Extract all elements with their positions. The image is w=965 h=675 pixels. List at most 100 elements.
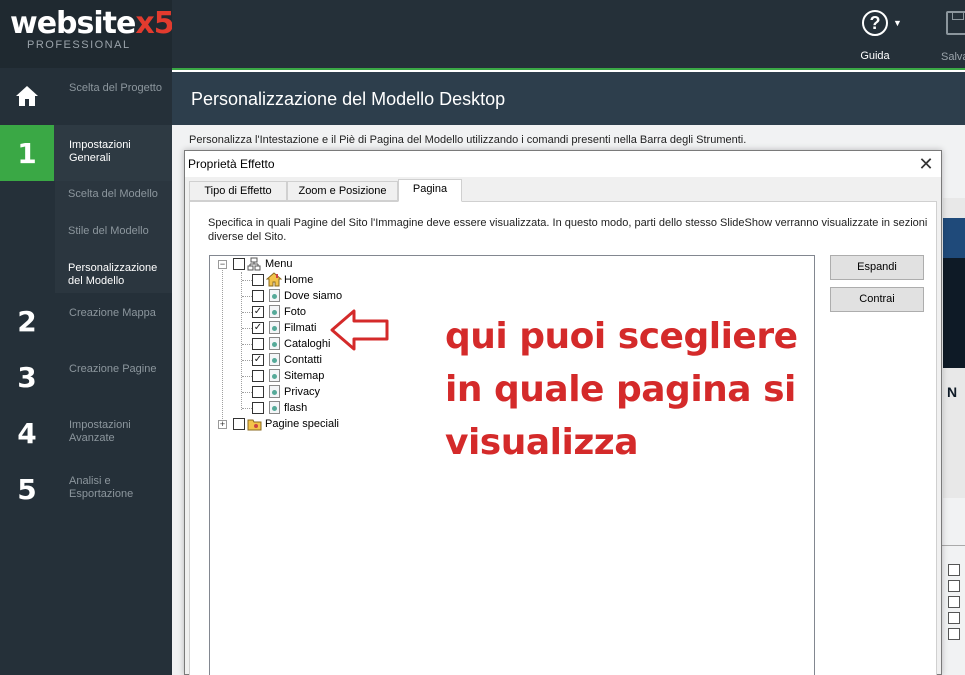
- checkbox[interactable]: [252, 290, 264, 302]
- sidebar-item-label: Creazione Mappa: [69, 307, 156, 319]
- annotation-arrow-icon: [330, 308, 390, 357]
- sidebar-item-label: Impostazioni Avanzate: [69, 419, 131, 444]
- checkbox[interactable]: [252, 338, 264, 350]
- step-number: 1: [0, 125, 54, 181]
- sidebar-item-label: Creazione Pagine: [69, 363, 157, 375]
- checkbox[interactable]: [252, 386, 264, 398]
- save-button[interactable]: Salva: [937, 8, 965, 63]
- annotation-text: qui puoi scegliere in quale pagina si vi…: [445, 310, 815, 469]
- tree-node-label: Contatti: [284, 354, 322, 366]
- sidebar-subitem-stile-modello[interactable]: Stile del Modello: [68, 225, 168, 238]
- tree-node-home[interactable]: Home: [210, 272, 410, 288]
- tree-node-label: Cataloghi: [284, 338, 331, 350]
- checkbox[interactable]: [948, 564, 960, 576]
- tree-node-dove-siamo[interactable]: Dove siamo: [210, 288, 410, 304]
- sidebar-item-step-4[interactable]: 4 Impostazioni Avanzate: [0, 405, 172, 461]
- page-icon: [269, 321, 280, 334]
- step-number: 5: [17, 472, 37, 506]
- checkbox-checked[interactable]: ✓: [252, 354, 264, 366]
- checkbox-checked[interactable]: ✓: [252, 322, 264, 334]
- checkbox[interactable]: [948, 596, 960, 608]
- tree-node-sitemap[interactable]: Sitemap: [210, 368, 410, 384]
- annotation-line: qui puoi scegliere: [445, 316, 798, 357]
- app-logo: websitex5 PROFESSIONAL: [0, 0, 175, 68]
- checkbox[interactable]: [948, 612, 960, 624]
- dialog-title: Proprietà Effetto: [188, 157, 275, 171]
- checkbox[interactable]: [948, 628, 960, 640]
- step-number: 2: [17, 304, 37, 338]
- checkbox[interactable]: [252, 274, 264, 286]
- collapse-icon[interactable]: −: [218, 260, 227, 269]
- help-label: Guida: [860, 50, 890, 62]
- divider: [942, 545, 965, 546]
- expand-button[interactable]: Espandi: [830, 255, 924, 280]
- expand-icon[interactable]: +: [218, 420, 227, 429]
- tab-zoom-posizione[interactable]: Zoom e Posizione: [287, 181, 398, 201]
- logo-wordmark: website: [10, 6, 136, 41]
- save-icon: [946, 11, 965, 35]
- sidebar-item-label: Impostazioni Generali: [69, 139, 131, 164]
- checkbox[interactable]: [252, 402, 264, 414]
- tree-node-menu[interactable]: − Menu: [210, 256, 410, 272]
- preview-text: N: [947, 384, 958, 400]
- page-icon: [269, 337, 280, 350]
- tree-node-label: Home: [284, 274, 314, 286]
- checkbox-checked[interactable]: ✓: [252, 306, 264, 318]
- annotation-line: visualizza: [445, 422, 639, 463]
- collapse-button[interactable]: Contrai: [830, 287, 924, 312]
- template-preview: N: [943, 198, 965, 498]
- annotation-line: in quale pagina si: [445, 369, 796, 410]
- checkbox[interactable]: [233, 418, 245, 430]
- sidebar-item-step-2[interactable]: 2 Creazione Mappa: [0, 293, 172, 349]
- tab-pagina[interactable]: Pagina: [398, 179, 462, 202]
- chevron-down-icon: ▼: [893, 18, 902, 28]
- dialog-titlebar: Proprietà Effetto ✕: [185, 151, 941, 177]
- tree-node-label: Foto: [284, 306, 307, 318]
- tree-node-label: Privacy: [284, 386, 321, 398]
- tree-node-label: Sitemap: [284, 370, 325, 382]
- logo-edition: PROFESSIONAL: [27, 39, 131, 51]
- checkbox[interactable]: [252, 370, 264, 382]
- sidebar-subitem-personalizzazione[interactable]: Personalizzazione del Modello: [68, 262, 168, 288]
- page-title: Personalizzazione del Modello Desktop: [191, 89, 506, 109]
- help-icon: ?: [862, 10, 888, 36]
- sidebar-item-label: Analisi e Esportazione: [69, 475, 134, 500]
- page-icon: [269, 289, 280, 302]
- home-icon: [0, 68, 54, 124]
- page-icon: [269, 369, 280, 382]
- page-icon: [269, 353, 280, 366]
- logo-x5: x5: [135, 6, 174, 41]
- sidebar-item-step-5[interactable]: 5 Analisi e Esportazione: [0, 461, 172, 517]
- page-icon: [269, 385, 280, 398]
- page-icon: [269, 305, 280, 318]
- tree-node-privacy[interactable]: Privacy: [210, 384, 410, 400]
- sidebar-item-step-3[interactable]: 3 Creazione Pagine: [0, 349, 172, 405]
- tree-node-label: Filmati: [284, 322, 317, 334]
- preview-image: [943, 258, 965, 368]
- tree-node-pagine-speciali[interactable]: + Pagine speciali: [210, 416, 410, 432]
- help-button[interactable]: ? ▼ Guida: [849, 8, 902, 62]
- step-number: 3: [17, 360, 37, 394]
- step-number: 4: [17, 416, 37, 450]
- preview-banner: [943, 218, 965, 258]
- sidebar-item-step-1[interactable]: 1 Impostazioni Generali: [0, 125, 172, 181]
- top-toolbar: ? ▼ Guida Salva: [172, 0, 965, 70]
- sidebar-item-label: Scelta del Progetto: [69, 82, 162, 94]
- tab-tipo-effetto[interactable]: Tipo di Effetto: [189, 181, 287, 201]
- page-description: Personalizza l'Intestazione e il Piè di …: [189, 134, 747, 146]
- tree-node-flash[interactable]: flash: [210, 400, 410, 416]
- tree-node-label: Dove siamo: [284, 290, 343, 302]
- tree-node-label: flash: [284, 402, 308, 414]
- sidebar-subitem-scelta-modello[interactable]: Scelta del Modello: [68, 188, 168, 201]
- tree-node-label: Pagine speciali: [265, 418, 339, 430]
- checkbox[interactable]: [233, 258, 245, 270]
- close-icon[interactable]: ✕: [915, 153, 937, 175]
- page-icon: [269, 401, 280, 414]
- folder-icon: [247, 417, 262, 436]
- checkbox[interactable]: [948, 580, 960, 592]
- panel-description: Specifica in quali Pagine del Sito l'Imm…: [208, 217, 928, 243]
- save-label: Salva: [941, 51, 965, 63]
- tree-node-label: Menu: [265, 258, 293, 270]
- page-header: Personalizzazione del Modello Desktop: [172, 72, 965, 125]
- sidebar-item-home[interactable]: Scelta del Progetto: [0, 68, 172, 125]
